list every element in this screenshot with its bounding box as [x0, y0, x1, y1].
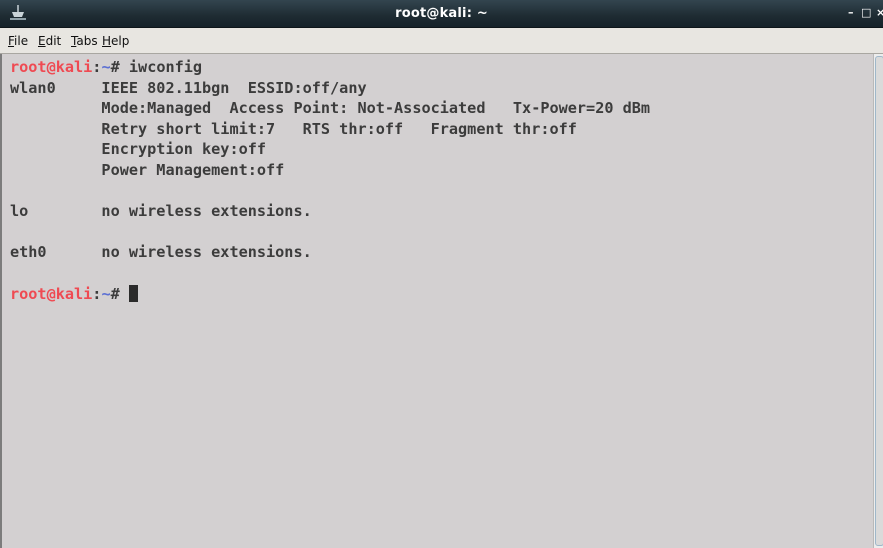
menu-file[interactable]: File: [8, 34, 28, 48]
output-line: Power Management:off: [10, 160, 285, 179]
prompt-hash: #: [110, 284, 129, 303]
title-bar[interactable]: root@kali: ~ – □ ×: [0, 0, 883, 28]
window-title: root@kali: ~: [395, 6, 488, 21]
menu-file-label: ile: [14, 34, 29, 48]
terminal-window: root@kali: ~ – □ × File Edit Tabs Help r…: [0, 0, 883, 548]
prompt-user: root@kali: [10, 58, 93, 76]
menu-edit-accel: E: [38, 34, 46, 48]
menu-tabs[interactable]: Tabs: [71, 34, 98, 48]
vertical-scrollbar[interactable]: [873, 54, 883, 548]
close-button[interactable]: ×: [876, 5, 883, 21]
menu-bar: File Edit Tabs Help: [0, 28, 883, 54]
prompt-path: ~: [101, 58, 111, 76]
output-line: eth0 no wireless extensions.: [10, 243, 312, 262]
text-cursor: [128, 284, 138, 302]
output-line: Encryption key:off: [10, 140, 267, 159]
command-text: iwconfig: [128, 58, 203, 76]
current-prompt-line: root@kali:~#: [10, 284, 873, 305]
menu-help-accel: H: [102, 34, 112, 48]
output-line: wlan0 IEEE 802.11bgn ESSID:off/any: [10, 78, 367, 97]
output-line: Mode:Managed Access Point: Not-Associate…: [10, 99, 651, 118]
output-line: Retry short limit:7 RTS thr:off Fragment…: [10, 119, 577, 138]
scrollbar-thumb[interactable]: [875, 56, 883, 546]
menu-edit[interactable]: Edit: [38, 34, 61, 48]
maximize-button[interactable]: □: [861, 5, 871, 21]
menu-help[interactable]: Help: [102, 34, 129, 48]
output-line: lo no wireless extensions.: [10, 202, 312, 221]
menu-tabs-label: abs: [76, 34, 98, 48]
command-line: root@kali:~# iwconfig: [10, 57, 873, 78]
menu-help-label: elp: [111, 34, 130, 48]
menu-edit-label: dit: [45, 34, 62, 48]
prompt-hash: #: [110, 58, 129, 76]
minimize-button[interactable]: –: [848, 5, 854, 21]
prompt-user: root@kali: [10, 284, 93, 303]
terminal-area[interactable]: root@kali:~# iwconfig wlan0 IEEE 802.11b…: [0, 54, 873, 548]
prompt-path: ~: [101, 284, 111, 303]
